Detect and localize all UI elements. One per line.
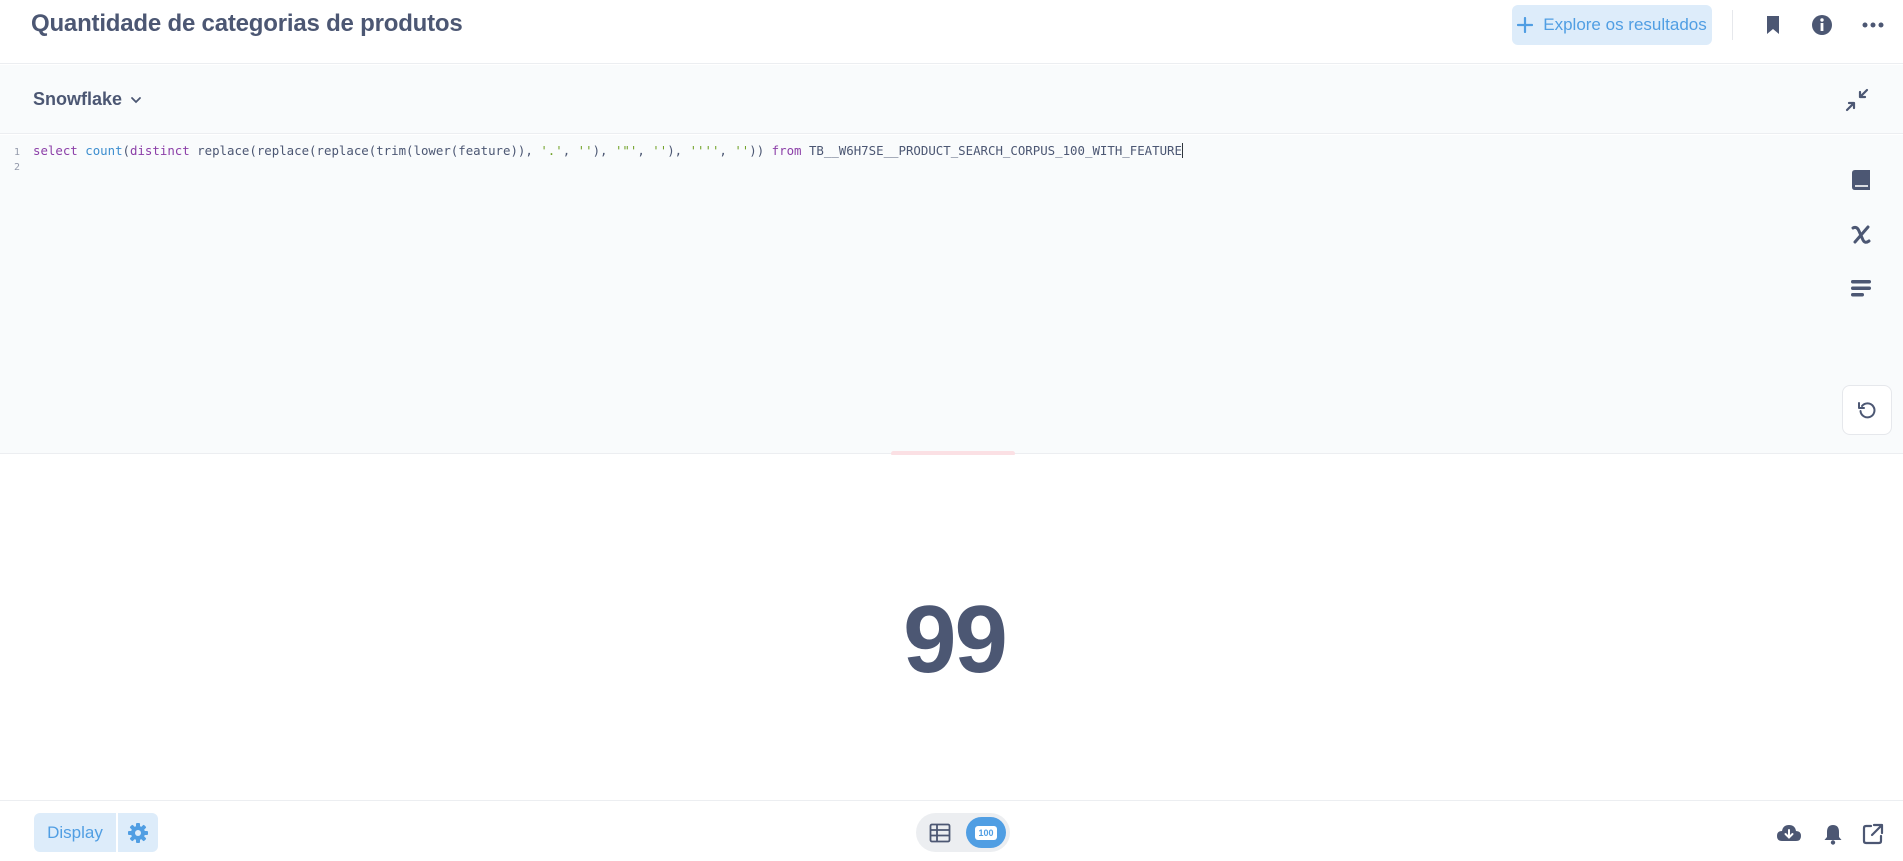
footer-bar: Display 100: [0, 800, 1903, 861]
sql-text: replace(replace(replace(trim(lower(featu…: [189, 143, 541, 158]
database-selector[interactable]: Snowflake: [33, 89, 142, 110]
sql-string: '': [734, 143, 750, 158]
sql-text: )): [749, 143, 765, 158]
sql-text: ),: [667, 143, 690, 158]
header-divider: [1732, 10, 1733, 40]
editor-side-tools: [1841, 160, 1881, 322]
sql-text: ,: [719, 143, 735, 158]
sql-text: ,: [562, 143, 578, 158]
explore-results-button[interactable]: Explore os resultados: [1512, 5, 1712, 45]
sql-keyword: select: [33, 143, 78, 158]
text-cursor: [1181, 143, 1183, 158]
query-header: Quantidade de categorias de produtos Exp…: [0, 0, 1903, 64]
row-limit-badge: 100: [975, 825, 997, 840]
sql-string: '.': [540, 143, 563, 158]
sql-string: '': [577, 143, 593, 158]
sparkle-icon: [1517, 17, 1534, 33]
line-number: 2: [13, 162, 20, 173]
more-icon[interactable]: [1860, 12, 1886, 38]
sql-function: count: [85, 143, 123, 158]
line-number: 1: [13, 147, 20, 158]
table-icon: [929, 823, 951, 842]
display-button[interactable]: Display: [34, 813, 116, 852]
sql-text: (: [122, 143, 131, 158]
bell-icon[interactable]: [1820, 821, 1846, 847]
download-icon[interactable]: [1776, 821, 1802, 847]
sql-string: '': [652, 143, 668, 158]
refresh-button[interactable]: [1842, 385, 1892, 435]
sql-text: ),: [592, 143, 615, 158]
sql-table-name: TB__W6H7SE__PRODUCT_SEARCH_CORPUS_100_WI…: [808, 143, 1182, 158]
page-title: Quantidade de categorias de produtos: [31, 10, 463, 37]
gear-icon: [128, 822, 148, 843]
result-area: 99: [0, 455, 1903, 800]
line-numbers: 1 2: [0, 145, 20, 175]
sql-string: '''': [689, 143, 720, 158]
bookmark-icon[interactable]: [1760, 12, 1786, 38]
visualization-view-toggle[interactable]: 100: [966, 817, 1006, 848]
view-toggle: 100: [916, 813, 1010, 852]
share-icon[interactable]: [1860, 821, 1886, 847]
sql-keyword: from: [771, 143, 802, 158]
scalar-value: 99: [903, 586, 1008, 693]
variable-icon[interactable]: [1841, 214, 1881, 254]
sql-code[interactable]: select count(distinct replace(replace(re…: [33, 143, 1183, 159]
sql-keyword: distinct: [130, 143, 190, 158]
sql-editor[interactable]: 1 2 select count(distinct replace(replac…: [0, 135, 1903, 456]
info-icon[interactable]: [1809, 12, 1835, 38]
explore-results-label: Explore os resultados: [1543, 15, 1707, 34]
display-label: Display: [47, 822, 103, 842]
data-reference-icon[interactable]: [1841, 160, 1881, 200]
sql-text: ,: [637, 143, 653, 158]
chevron-down-icon: [131, 96, 141, 103]
refresh-icon: [1858, 402, 1876, 419]
database-name: Snowflake: [33, 89, 123, 109]
editor-toolbar: Snowflake: [0, 65, 1903, 134]
settings-button[interactable]: [118, 813, 158, 852]
collapse-icon[interactable]: [1844, 87, 1870, 113]
sql-string: '"': [614, 143, 638, 158]
snippet-icon[interactable]: [1841, 268, 1881, 308]
table-view-toggle[interactable]: [920, 817, 960, 848]
